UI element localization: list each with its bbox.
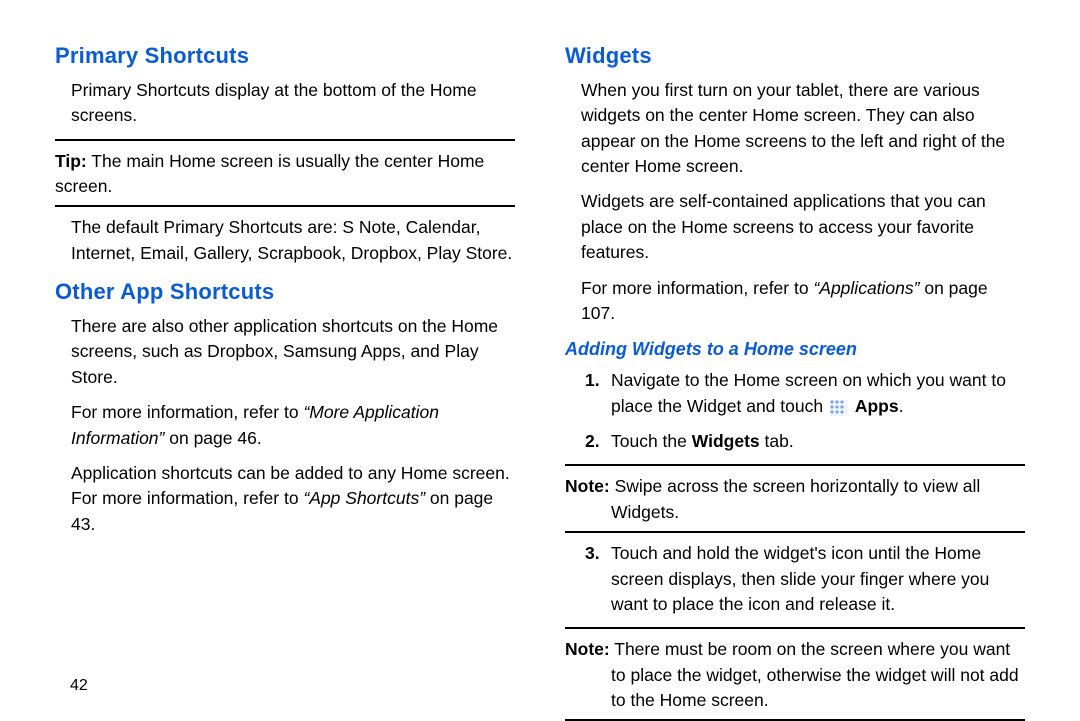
divider: [565, 464, 1025, 466]
paragraph: The default Primary Shortcuts are: S Not…: [71, 215, 515, 266]
note-label: Note:: [565, 639, 610, 659]
page-number: 42: [70, 677, 88, 695]
text: Touch the: [611, 431, 692, 451]
paragraph: Application shortcuts can be added to an…: [71, 461, 515, 537]
note-text: Swipe across the screen horizontally to …: [610, 476, 981, 521]
subheading-adding-widgets: Adding Widgets to a Home screen: [565, 336, 1025, 362]
paragraph: Primary Shortcuts display at the bottom …: [71, 78, 515, 129]
heading-widgets: Widgets: [565, 40, 1025, 72]
apps-grid-icon: [830, 400, 848, 416]
step-2: 2. Touch the Widgets tab.: [585, 429, 1025, 454]
steps-list-cont: 3. Touch and hold the widget's icon unti…: [565, 541, 1025, 617]
paragraph: When you first turn on your tablet, ther…: [581, 78, 1025, 180]
tip-text: The main Home screen is usually the cent…: [55, 151, 484, 196]
paragraph: There are also other application shortcu…: [71, 314, 515, 390]
note-label: Note:: [565, 476, 610, 496]
left-column: Primary Shortcuts Primary Shortcuts disp…: [30, 40, 540, 710]
step-number: 1.: [585, 368, 600, 393]
step-1: 1. Navigate to the Home screen on which …: [585, 368, 1025, 419]
note-block: Note: There must be room on the screen w…: [565, 637, 1025, 713]
note-text: There must be room on the screen where y…: [610, 639, 1019, 710]
tip-block: Tip: The main Home screen is usually the…: [55, 149, 515, 200]
manual-page: Primary Shortcuts Primary Shortcuts disp…: [0, 0, 1080, 720]
widgets-label: Widgets: [692, 431, 760, 451]
divider: [55, 205, 515, 207]
text: For more information, refer to: [71, 402, 303, 422]
step-number: 3.: [585, 541, 600, 566]
divider: [55, 139, 515, 141]
text: tab.: [760, 431, 794, 451]
cross-reference: “Applications”: [813, 278, 919, 298]
divider: [565, 627, 1025, 629]
text: Touch and hold the widget's icon until t…: [611, 543, 989, 614]
apps-label: Apps: [855, 396, 899, 416]
text: For more information, refer to: [581, 278, 813, 298]
paragraph: For more information, refer to “Applicat…: [581, 276, 1025, 327]
divider: [565, 531, 1025, 533]
paragraph: Widgets are self-contained applications …: [581, 189, 1025, 265]
text: on page 46.: [164, 428, 261, 448]
step-3: 3. Touch and hold the widget's icon unti…: [585, 541, 1025, 617]
tip-label: Tip:: [55, 151, 87, 171]
steps-list: 1. Navigate to the Home screen on which …: [565, 368, 1025, 454]
paragraph: For more information, refer to “More App…: [71, 400, 515, 451]
heading-other-app-shortcuts: Other App Shortcuts: [55, 276, 515, 308]
right-column: Widgets When you first turn on your tabl…: [540, 40, 1050, 710]
heading-primary-shortcuts: Primary Shortcuts: [55, 40, 515, 72]
note-block: Note: Swipe across the screen horizontal…: [565, 474, 1025, 525]
text: Navigate to the Home screen on which you…: [611, 370, 1006, 415]
step-number: 2.: [585, 429, 600, 454]
text: .: [899, 396, 904, 416]
cross-reference: “App Shortcuts”: [303, 488, 425, 508]
